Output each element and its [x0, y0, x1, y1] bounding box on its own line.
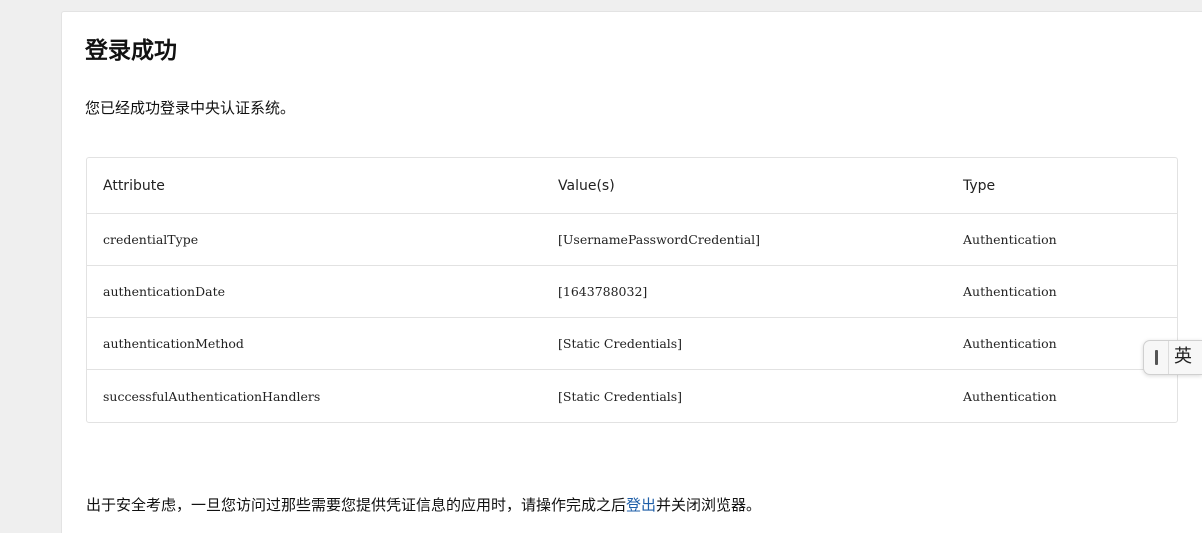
- attributes-table-container: Attribute Value(s) Type credentialType […: [86, 157, 1178, 423]
- attributes-table: Attribute Value(s) Type credentialType […: [87, 158, 1177, 422]
- logout-link[interactable]: 登出: [626, 496, 656, 514]
- cell-value: [UsernamePasswordCredential]: [542, 213, 947, 266]
- column-header-attribute: Attribute: [87, 158, 542, 214]
- cell-attribute: successfulAuthenticationHandlers: [103, 388, 321, 404]
- table-row: credentialType [UsernamePasswordCredenti…: [87, 213, 1177, 266]
- cell-type: Authentication: [947, 213, 1177, 266]
- cell-type: Authentication: [963, 388, 1057, 404]
- cell-attribute: authenticationMethod: [87, 317, 542, 370]
- cell-attribute: authenticationDate: [87, 265, 542, 318]
- table-header-row: Attribute Value(s) Type: [87, 158, 1177, 214]
- ime-language-toggle[interactable]: 英: [1174, 346, 1192, 368]
- table-row: authenticationDate [1643788032] Authenti…: [87, 265, 1177, 318]
- cell-value: [1643788032]: [542, 265, 947, 318]
- column-header-type: Type: [947, 158, 1177, 214]
- cell-attribute: credentialType: [87, 213, 542, 266]
- cell-value: [Static Credentials]: [542, 317, 947, 370]
- page-title: 登录成功: [85, 38, 177, 64]
- table-row: successfulAuthenticationHandlers [Static…: [87, 370, 1177, 423]
- cell-type: Authentication: [947, 265, 1177, 318]
- drag-handle-icon[interactable]: [1155, 350, 1158, 365]
- page-subtitle: 您已经成功登录中央认证系统。: [85, 99, 296, 117]
- security-notice-text-after: 并关闭浏览器。: [656, 496, 762, 514]
- security-notice-text-before: 出于安全考虑，一旦您访问过那些需要您提供凭证信息的应用时，请操作完成之后: [86, 496, 627, 514]
- security-notice: 出于安全考虑，一旦您访问过那些需要您提供凭证信息的应用时，请操作完成之后登出并关…: [86, 495, 761, 515]
- cell-value: [Static Credentials]: [558, 388, 683, 404]
- ime-language-toolbar[interactable]: 英: [1143, 340, 1202, 375]
- column-header-values: Value(s): [542, 158, 947, 214]
- ime-divider: [1168, 341, 1169, 374]
- table-row: authenticationMethod [Static Credentials…: [87, 317, 1177, 370]
- login-success-card: 登录成功 您已经成功登录中央认证系统。 Attribute Value(s) T…: [61, 11, 1202, 533]
